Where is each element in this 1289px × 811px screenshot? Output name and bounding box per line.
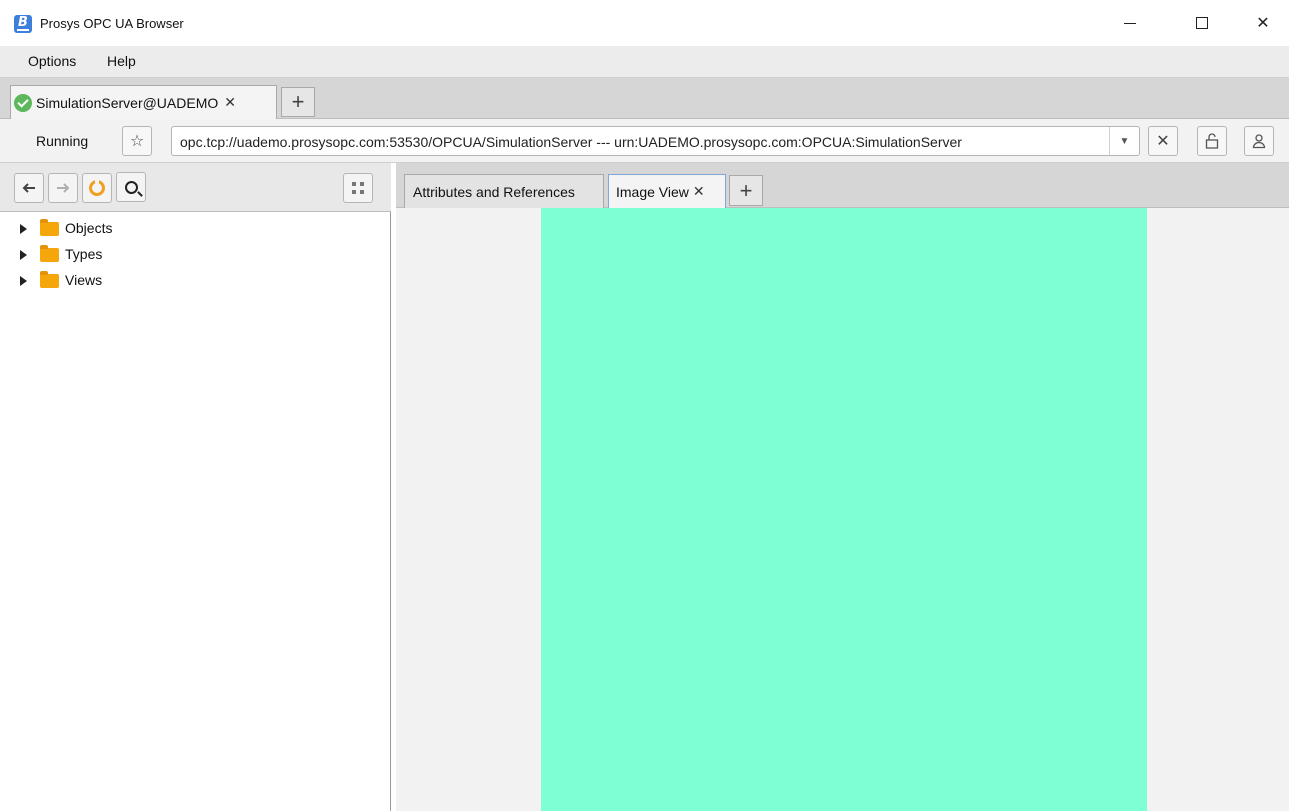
detail-panel: Attributes and References Image View ✕ + (396, 163, 1289, 811)
minimize-button[interactable] (1110, 10, 1150, 36)
tree-item-types[interactable]: Types (0, 242, 390, 268)
minimize-icon (1124, 22, 1136, 24)
server-url-input[interactable]: opc.tcp://uademo.prosysopc.com:53530/OPC… (171, 126, 1140, 156)
tree-item-label: Objects (65, 220, 113, 236)
star-icon: ☆ (129, 133, 145, 150)
tab-image-view[interactable]: Image View ✕ (608, 174, 726, 208)
unlock-icon (1205, 133, 1219, 149)
title-bar: B Prosys OPC UA Browser ✕ (0, 0, 1289, 46)
tree-item-label: Views (65, 272, 103, 288)
chevron-down-icon: ▼ (1119, 135, 1130, 147)
folder-icon (40, 219, 59, 236)
close-tab-icon[interactable]: ✕ (693, 183, 705, 200)
image-view-canvas (541, 208, 1147, 811)
back-button[interactable] (14, 173, 44, 203)
plus-icon: + (291, 89, 305, 114)
url-dropdown-button[interactable]: ▼ (1109, 127, 1139, 155)
disconnect-button[interactable]: ✕ (1148, 126, 1178, 156)
tree-item-views[interactable]: Views (0, 268, 390, 294)
address-bar: Running opc.tcp://uademo.prosysopc.com:5… (0, 119, 1289, 163)
detail-tab-bar: Attributes and References Image View ✕ + (396, 163, 1289, 208)
app-logo-icon: B (14, 15, 32, 33)
search-button[interactable] (116, 172, 146, 202)
folder-icon (40, 245, 59, 262)
server-tab-bar: SimulationServer@UADEMO ✕ (0, 78, 1289, 119)
user-button[interactable] (1244, 126, 1274, 156)
close-icon: ✕ (1256, 15, 1270, 32)
connection-status: Running (36, 133, 89, 149)
address-space-panel: Objects Types Views (0, 163, 391, 811)
forward-button[interactable] (48, 173, 78, 203)
close-icon: ✕ (1156, 133, 1170, 150)
tree-item-label: Types (65, 246, 103, 262)
tab-label: Image View (616, 183, 689, 200)
menu-bar: Options Help (0, 46, 1289, 78)
maximize-button[interactable] (1182, 10, 1222, 36)
user-icon (1252, 134, 1266, 149)
refresh-button[interactable] (82, 173, 112, 203)
tree-item-objects[interactable]: Objects (0, 216, 390, 242)
server-url-text: opc.tcp://uademo.prosysopc.com:53530/OPC… (180, 134, 962, 150)
window-title: Prosys OPC UA Browser (40, 16, 184, 31)
close-tab-icon[interactable]: ✕ (224, 94, 236, 111)
bookmark-button[interactable]: ☆ (122, 126, 152, 156)
close-window-button[interactable]: ✕ (1243, 10, 1283, 36)
folder-icon (40, 271, 59, 288)
arrow-left-icon (22, 183, 35, 193)
refresh-icon (89, 178, 105, 196)
maximize-icon (1196, 17, 1208, 29)
arrow-right-icon (57, 183, 70, 193)
server-tab-label: SimulationServer@UADEMO (36, 94, 219, 111)
add-view-tab-button[interactable]: + (729, 175, 763, 206)
tab-attributes-and-references[interactable]: Attributes and References (404, 174, 604, 208)
plus-icon: + (739, 177, 753, 203)
menu-help[interactable]: Help (107, 53, 136, 69)
address-space-tree: Objects Types Views (0, 216, 390, 294)
tab-label: Attributes and References (413, 183, 575, 200)
expand-arrow-icon[interactable] (20, 276, 27, 286)
check-circle-icon (14, 93, 32, 112)
expand-all-button[interactable] (343, 173, 373, 203)
add-server-tab-button[interactable]: + (281, 87, 315, 117)
security-button[interactable] (1197, 126, 1227, 156)
expand-arrow-icon[interactable] (20, 224, 27, 234)
tab-simulation-server[interactable]: SimulationServer@UADEMO ✕ (10, 85, 277, 119)
expand-icon (352, 182, 364, 194)
navigation-toolbar (0, 163, 391, 212)
expand-arrow-icon[interactable] (20, 250, 27, 260)
menu-options[interactable]: Options (28, 53, 76, 69)
search-icon (124, 180, 138, 194)
